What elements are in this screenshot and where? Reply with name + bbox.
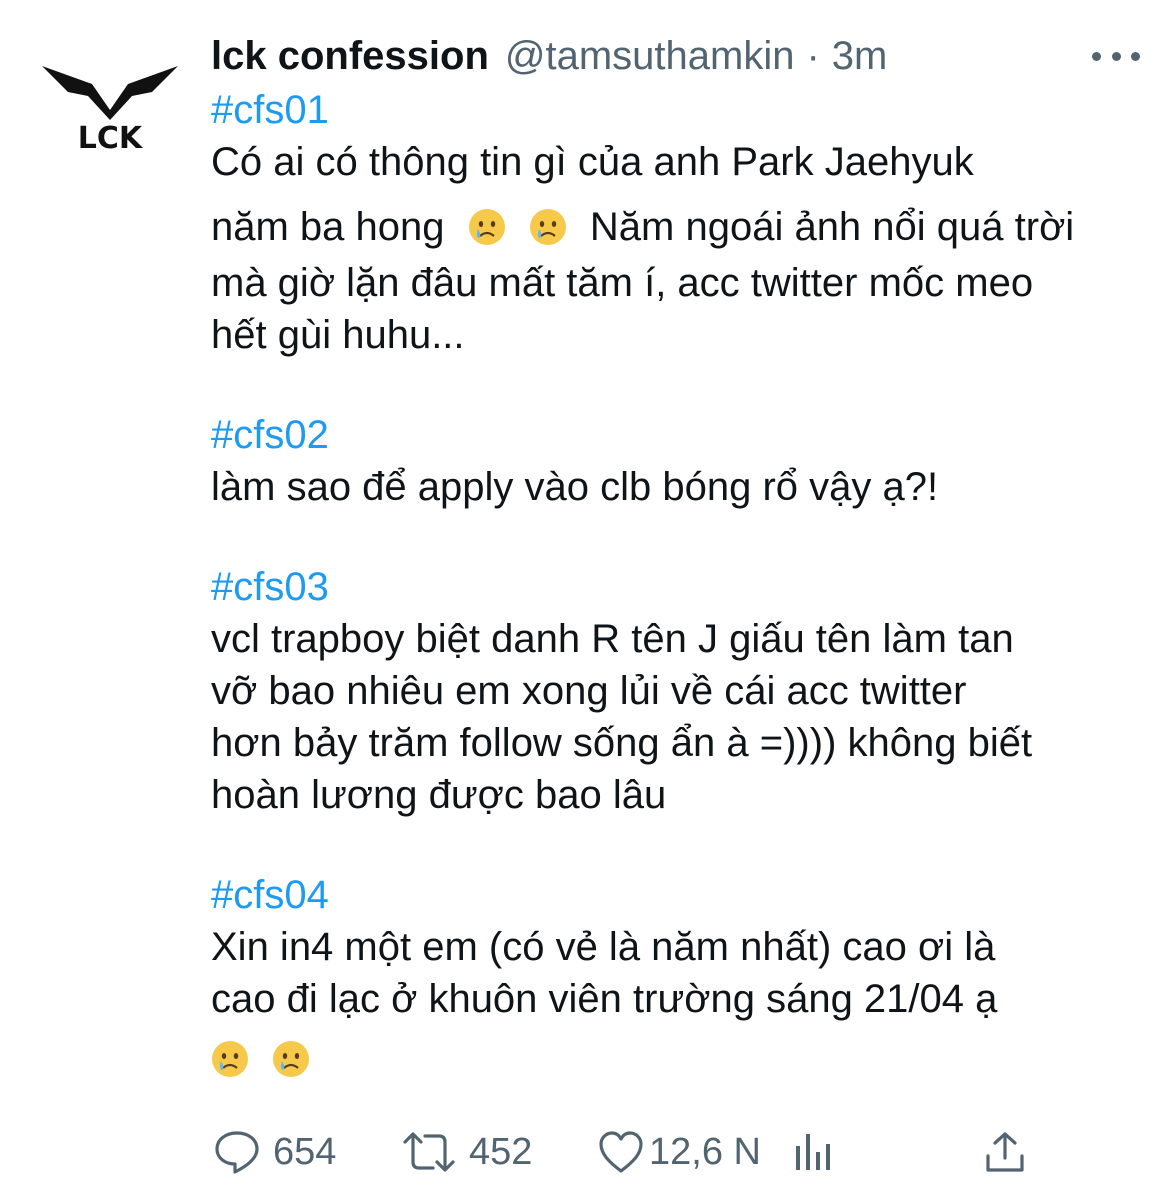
share-icon <box>986 1132 1024 1172</box>
avatar-logo-text: LCK <box>78 121 144 156</box>
text-line: vỡ bao nhiêu em xong lủi về cái acc twit… <box>211 669 967 713</box>
retweet-count: 452 <box>469 1130 533 1173</box>
text-line: làm sao để apply vào clb bóng rổ vậy ạ?! <box>211 465 939 509</box>
analytics-icon <box>796 1134 830 1170</box>
hashtag-cfs04[interactable]: #cfs04 <box>211 869 1141 921</box>
emoji-line <box>211 1033 1141 1085</box>
analytics-button[interactable] <box>791 1122 835 1182</box>
reply-icon <box>215 1131 259 1174</box>
text-line-with-emoji: năm ba hong Năm ngoái ảnh nổi quá trời <box>211 201 1141 253</box>
tweet-text: #cfs01 Có ai có thông tin gì của anh Par… <box>211 84 1141 1085</box>
text-segment: Năm ngoái ảnh nổi quá trời <box>589 205 1075 249</box>
text-line: hết gùi huhu... <box>211 313 465 357</box>
text-line: hoàn lương được bao lâu <box>211 773 667 817</box>
crying-face-icon <box>211 1040 249 1078</box>
tweet-header: lck confession @tamsuthamkin · 3m <box>211 30 1140 82</box>
timestamp[interactable]: 3m <box>832 30 888 82</box>
text-line: vcl trapboy biệt danh R tên J giấu tên l… <box>211 617 1014 661</box>
tweet[interactable]: LCK lck confession @tamsuthamkin · 3m #c… <box>0 0 1170 1200</box>
text-line: cao đi lạc ở khuôn viên trường sáng 21/0… <box>211 977 998 1021</box>
retweet-button[interactable]: 452 <box>401 1122 532 1182</box>
like-button[interactable]: 12,6 N <box>597 1122 761 1182</box>
text-line: hơn bảy trăm follow sống ẩn à =)))) khôn… <box>211 721 1033 765</box>
heart-icon <box>599 1131 643 1173</box>
reply-count: 654 <box>273 1130 337 1173</box>
like-count: 12,6 N <box>649 1130 761 1173</box>
user-handle[interactable]: @tamsuthamkin <box>505 30 795 82</box>
hashtag-cfs02[interactable]: #cfs02 <box>211 409 1141 461</box>
avatar[interactable]: LCK <box>40 48 180 158</box>
text-segment: năm ba hong <box>211 205 445 249</box>
separator-dot: · <box>806 34 820 78</box>
hashtag-cfs03[interactable]: #cfs03 <box>211 561 1141 613</box>
hashtag-cfs01[interactable]: #cfs01 <box>211 84 1141 136</box>
text-line: Có ai có thông tin gì của anh Park Jaehy… <box>211 140 974 184</box>
retweet-icon <box>403 1132 455 1172</box>
crying-face-icon <box>529 208 567 246</box>
share-button[interactable] <box>983 1122 1027 1182</box>
text-line: mà giờ lặn đâu mất tăm í, acc twitter mố… <box>211 261 1034 305</box>
reply-button[interactable]: 654 <box>213 1122 336 1182</box>
crying-face-icon <box>272 1040 310 1078</box>
crying-face-icon <box>468 208 506 246</box>
more-options-icon[interactable] <box>1092 46 1140 66</box>
tweet-actions: 654 452 12,6 N <box>211 1122 1141 1182</box>
lck-logo: LCK <box>42 66 178 156</box>
text-line: Xin in4 một em (có vẻ là năm nhất) cao ơ… <box>211 925 996 969</box>
display-name[interactable]: lck confession <box>211 30 489 82</box>
